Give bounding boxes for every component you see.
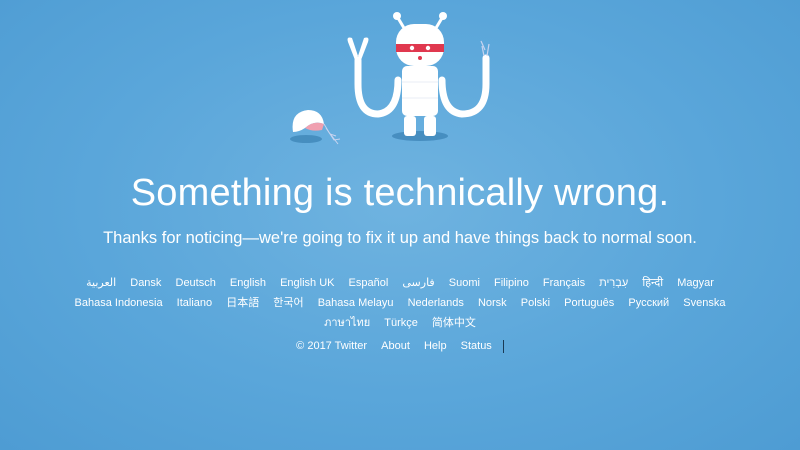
wire-icon — [480, 40, 490, 57]
language-link-russian[interactable]: Русский — [628, 297, 669, 309]
language-link-english[interactable]: English — [230, 277, 266, 289]
about-link[interactable]: About — [381, 340, 410, 352]
robot-body — [402, 66, 438, 116]
language-link-danish[interactable]: Dansk — [130, 277, 161, 289]
robot-right-leg — [424, 116, 436, 136]
language-link-turkish[interactable]: Türkçe — [384, 317, 418, 329]
status-link[interactable]: Status — [461, 340, 492, 352]
language-link-japanese[interactable]: 日本語 — [226, 297, 259, 309]
robot-left-leg — [404, 116, 416, 136]
copyright-text: © 2017 Twitter — [296, 340, 368, 352]
page-title: Something is technically wrong. — [130, 172, 670, 214]
language-link-persian[interactable]: فارسی — [402, 277, 434, 289]
language-link-english-uk[interactable]: English UK — [280, 277, 334, 289]
language-link-norwegian[interactable]: Norsk — [478, 297, 507, 309]
language-link-malay[interactable]: Bahasa Melayu — [318, 297, 394, 309]
language-link-korean[interactable]: 한국어 — [273, 297, 303, 309]
language-link-german[interactable]: Deutsch — [176, 277, 216, 289]
language-row-3: ภาษาไทย Türkçe 简体中文 — [60, 313, 740, 333]
language-link-indonesian[interactable]: Bahasa Indonesia — [75, 297, 163, 309]
language-link-french[interactable]: Français — [543, 277, 585, 289]
language-link-polish[interactable]: Polski — [521, 297, 550, 309]
robot-left-arm — [354, 56, 402, 118]
language-link-hebrew[interactable]: עִבְרִית — [599, 277, 628, 289]
footer: © 2017 Twitter About Help Status — [0, 338, 800, 354]
robot-right-arm — [438, 54, 490, 118]
language-link-portuguese[interactable]: Português — [564, 297, 614, 309]
language-link-swedish[interactable]: Svenska — [683, 297, 725, 309]
language-link-hungarian[interactable]: Magyar — [677, 277, 714, 289]
language-link-spanish[interactable]: Español — [349, 277, 389, 289]
help-link[interactable]: Help — [424, 340, 447, 352]
page-subtitle: Thanks for noticing—we're going to fix i… — [103, 229, 697, 247]
text-cursor — [502, 339, 504, 353]
language-link-finnish[interactable]: Suomi — [449, 277, 480, 289]
language-link-filipino[interactable]: Filipino — [494, 277, 529, 289]
robot-shadow — [392, 131, 448, 141]
language-row-2: Bahasa Indonesia Italiano 日本語 한국어 Bahasa… — [60, 293, 740, 313]
robot-eye-band — [396, 44, 444, 52]
language-link-arabic[interactable]: العربية — [86, 277, 116, 289]
robot-illustration — [290, 12, 490, 145]
language-link-dutch[interactable]: Nederlands — [408, 297, 464, 309]
language-link-thai[interactable]: ภาษาไทย — [324, 317, 370, 329]
language-link-chinese-simplified[interactable]: 简体中文 — [432, 317, 476, 329]
language-link-italian[interactable]: Italiano — [177, 297, 212, 309]
language-row-1: العربية Dansk Deutsch English English UK… — [60, 273, 740, 293]
egg-shadow — [290, 135, 322, 143]
language-selector: العربية Dansk Deutsch English English UK… — [60, 273, 740, 333]
language-link-hindi[interactable]: हिन्दी — [642, 277, 663, 289]
